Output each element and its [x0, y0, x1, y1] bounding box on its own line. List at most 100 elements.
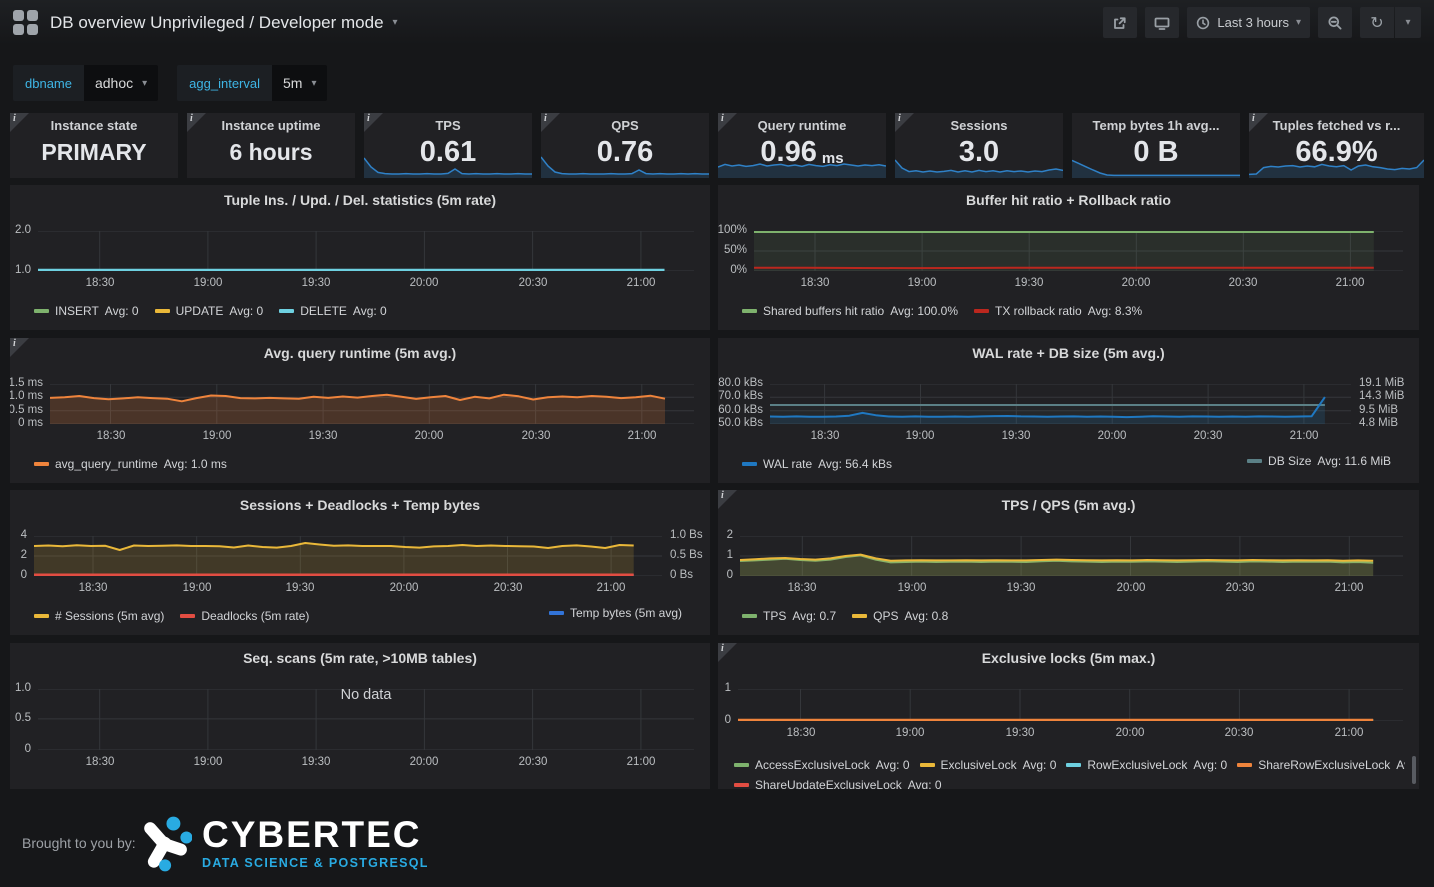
- y-axis-tick: 0: [21, 569, 27, 581]
- legend-item[interactable]: ShareRowExclusiveLockAvg: 0: [1237, 758, 1405, 772]
- panel-info-icon[interactable]: i: [187, 113, 206, 132]
- x-axis-tick: 20:00: [396, 277, 452, 289]
- panel-title[interactable]: Tuple Ins. / Upd. / Del. statistics (5m …: [40, 192, 680, 208]
- legend-series-avg: Avg: 0: [876, 758, 910, 772]
- legend-item[interactable]: ExclusiveLockAvg: 0: [920, 758, 1057, 772]
- y-axis-tick: 2.0: [15, 224, 31, 236]
- legend-item[interactable]: avg_query_runtimeAvg: 1.0 ms: [34, 457, 227, 471]
- legend: Shared buffers hit ratioAvg: 100.0% TX ro…: [742, 301, 1379, 321]
- legend-series-color: [155, 309, 170, 313]
- legend-item[interactable]: INSERTAvg: 0: [34, 304, 139, 318]
- y-axis-tick: 100%: [718, 224, 747, 236]
- legend-series-name: INSERT: [55, 304, 99, 318]
- legend-series-color: [1066, 763, 1081, 767]
- y-axis-tick: 0: [725, 714, 731, 726]
- legend-series-name: Temp bytes (5m avg): [570, 606, 682, 620]
- panel-info-icon[interactable]: i: [718, 113, 737, 132]
- panel-title[interactable]: WAL rate + DB size (5m avg.): [748, 345, 1389, 361]
- legend-item[interactable]: Deadlocks (5m rate): [180, 609, 309, 623]
- y-axis-tick-right: 19.1 MiB: [1359, 377, 1404, 389]
- legend-series-avg: Avg: 0: [908, 778, 942, 789]
- panel-info-icon[interactable]: i: [718, 490, 737, 509]
- legend-item[interactable]: RowExclusiveLockAvg: 0: [1066, 758, 1227, 772]
- legend-item[interactable]: DELETEAvg: 0: [279, 304, 387, 318]
- x-axis-tick: 18:30: [72, 756, 128, 768]
- refresh-button[interactable]: ↻: [1360, 7, 1394, 38]
- x-axis-tick: 19:30: [992, 727, 1048, 739]
- x-axis-tick: 21:00: [1321, 727, 1377, 739]
- stat-value: 0.96ms: [718, 113, 886, 178]
- panel-info-icon[interactable]: i: [895, 113, 914, 132]
- refresh-interval-dropdown[interactable]: ▾: [1395, 7, 1421, 38]
- variable-dbname-current: adhoc: [95, 75, 133, 91]
- legend-item[interactable]: TX rollback ratioAvg: 8.3%: [974, 304, 1142, 318]
- panel-title[interactable]: Sessions + Deadlocks + Temp bytes: [40, 497, 680, 513]
- legend: avg_query_runtimeAvg: 1.0 ms: [34, 454, 670, 474]
- legend-item[interactable]: AccessExclusiveLockAvg: 0: [734, 758, 910, 772]
- legend-item[interactable]: WAL rateAvg: 56.4 kBs: [742, 457, 892, 471]
- plot-area: [770, 384, 1351, 424]
- panel-tuple-stats: Tuple Ins. / Upd. / Del. statistics (5m …: [10, 185, 710, 330]
- variable-dbname-value[interactable]: adhoc ▾: [84, 65, 158, 101]
- x-axis-tick: 18:30: [72, 277, 128, 289]
- zoom-out-button[interactable]: [1318, 7, 1352, 38]
- panel-title[interactable]: Exclusive locks (5m max.): [748, 650, 1389, 666]
- legend-series-name: avg_query_runtime: [55, 457, 158, 471]
- legend-item[interactable]: UPDATEAvg: 0: [155, 304, 264, 318]
- legend-series-name: TPS: [763, 609, 786, 623]
- legend-series-avg: Avg: 100.0%: [890, 304, 958, 318]
- panel-title[interactable]: Seq. scans (5m rate, >10MB tables): [40, 650, 680, 666]
- dashboard-footer: Brought to you by: CYBERTEC DATA SCIENCE…: [0, 808, 1434, 887]
- panel-info-icon[interactable]: i: [364, 113, 383, 132]
- legend-scrollbar[interactable]: [1412, 756, 1416, 784]
- legend-series-avg: Avg: 56.4 kBs: [818, 457, 892, 471]
- legend-item[interactable]: TPSAvg: 0.7: [742, 609, 836, 623]
- brand-tagline: DATA SCIENCE & POSTGRESQL: [202, 856, 429, 870]
- legend-item[interactable]: # Sessions (5m avg): [34, 609, 164, 623]
- top-navbar: DB overview Unprivileged / Developer mod…: [0, 0, 1434, 45]
- refresh-button-group: ↻ ▾: [1360, 7, 1421, 38]
- panel-title[interactable]: Avg. query runtime (5m avg.): [40, 345, 680, 361]
- y-axis-tick: 1: [725, 682, 731, 694]
- y-axis-tick: 1.5 ms: [10, 377, 43, 389]
- plot-area: [34, 536, 662, 576]
- panel-info-icon[interactable]: i: [718, 643, 737, 662]
- x-axis-tick: 19:00: [189, 430, 245, 442]
- grafana-dashboard-icon[interactable]: [13, 10, 39, 36]
- legend-item[interactable]: Temp bytes (5m avg): [549, 606, 682, 620]
- share-button[interactable]: [1103, 7, 1137, 38]
- time-range-picker[interactable]: Last 3 hours ▾: [1187, 7, 1310, 38]
- x-axis-tick: 20:00: [1108, 277, 1164, 289]
- y-axis-tick: 80.0 kBs: [718, 377, 763, 389]
- panel-seq-scans: Seq. scans (5m rate, >10MB tables) 1.00.…: [10, 643, 710, 789]
- x-axis-tick: 18:30: [83, 430, 139, 442]
- tv-mode-button[interactable]: [1145, 7, 1179, 38]
- plot-area: [50, 384, 694, 424]
- legend-series-color: [734, 763, 749, 767]
- legend-series-avg: Avg: 11.6 MiB: [1317, 454, 1391, 468]
- cybertec-logo[interactable]: CYBERTEC DATA SCIENCE & POSTGRESQL: [140, 815, 429, 873]
- dashboard-title[interactable]: DB overview Unprivileged / Developer mod…: [50, 0, 398, 45]
- variable-agg-interval-value[interactable]: 5m ▾: [272, 65, 327, 101]
- legend-item[interactable]: DB SizeAvg: 11.6 MiB: [1247, 454, 1391, 468]
- panel-info-icon[interactable]: i: [1249, 113, 1268, 132]
- y-axis-tick-right: 14.3 MiB: [1359, 390, 1404, 402]
- variable-agg-interval-current: 5m: [283, 75, 302, 91]
- x-axis-tick: 19:00: [892, 430, 948, 442]
- legend-item[interactable]: QPSAvg: 0.8: [852, 609, 948, 623]
- panel-title[interactable]: TPS / QPS (5m avg.): [748, 497, 1389, 513]
- legend-series-color: [852, 614, 867, 618]
- legend-series-avg: Avg: 0: [353, 304, 387, 318]
- panel-info-icon[interactable]: i: [10, 113, 29, 132]
- legend-row: AccessExclusiveLockAvg: 0 ExclusiveLockAv…: [734, 755, 1405, 775]
- panel-info-icon[interactable]: i: [10, 338, 29, 357]
- panel-info-icon[interactable]: i: [541, 113, 560, 132]
- legend-item[interactable]: Shared buffers hit ratioAvg: 100.0%: [742, 304, 958, 318]
- clock-icon: [1196, 16, 1210, 30]
- plot-area: [740, 536, 1403, 576]
- legend-item[interactable]: ShareUpdateExclusiveLockAvg: 0: [734, 778, 942, 789]
- legend-row: avg_query_runtimeAvg: 1.0 ms: [34, 454, 670, 474]
- x-axis-tick: 19:30: [1001, 277, 1057, 289]
- panel-sessions: i Sessions 3.0: [895, 113, 1063, 178]
- panel-title[interactable]: Buffer hit ratio + Rollback ratio: [748, 192, 1389, 208]
